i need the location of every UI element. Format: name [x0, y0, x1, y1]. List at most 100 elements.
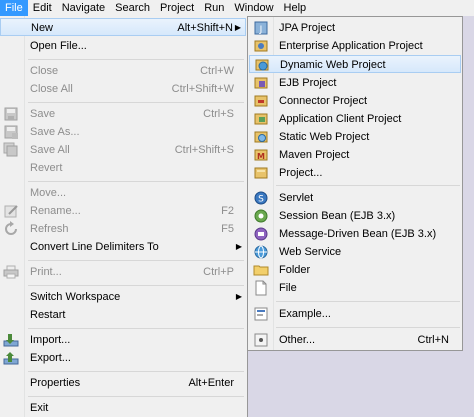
refresh-icon: [3, 221, 19, 237]
submenu-item-ejb-project[interactable]: EJB Project: [249, 74, 461, 92]
save-all-icon: [3, 142, 19, 158]
menu-item-label: New: [31, 22, 54, 34]
menu-separator: [276, 185, 460, 186]
menu-item-revert[interactable]: Revert: [0, 159, 246, 177]
connector-project-icon: [253, 93, 269, 109]
submenu-item-other[interactable]: Other... Ctrl+N: [249, 331, 461, 349]
menu-item-label: JPA Project: [279, 22, 336, 34]
menu-item-label: Close All: [30, 83, 73, 95]
menu-item-save-as[interactable]: Save As...: [0, 123, 246, 141]
menu-item-close-all[interactable]: Close All Ctrl+Shift+W: [0, 80, 246, 98]
menu-file[interactable]: File: [0, 0, 28, 16]
menu-navigate[interactable]: Navigate: [57, 0, 110, 16]
menu-item-label: Revert: [30, 162, 63, 174]
menu-item-label: Exit: [30, 402, 49, 414]
menu-item-properties[interactable]: Properties Alt+Enter: [0, 374, 246, 392]
menu-item-label: Save All: [30, 144, 70, 156]
menu-separator: [28, 59, 244, 60]
jpa-project-icon: J: [253, 20, 269, 36]
menu-item-export[interactable]: Export...: [0, 349, 246, 367]
app-client-project-icon: [253, 111, 269, 127]
menu-item-label: Import...: [30, 334, 71, 346]
menu-item-label: Dynamic Web Project: [280, 59, 386, 71]
menu-item-convert-line-delimiters[interactable]: Convert Line Delimiters To ▶: [0, 238, 246, 256]
menu-item-close[interactable]: Close Ctrl+W: [0, 62, 246, 80]
menu-item-label: Static Web Project: [279, 131, 370, 143]
menu-help[interactable]: Help: [279, 0, 312, 16]
svg-text:J: J: [259, 25, 263, 35]
menu-item-label: Other...: [279, 334, 316, 346]
menu-search[interactable]: Search: [110, 0, 155, 16]
menu-project[interactable]: Project: [155, 0, 199, 16]
svg-text:S: S: [258, 195, 264, 205]
menu-separator: [276, 301, 460, 302]
submenu-item-web-service[interactable]: Web Service: [249, 243, 461, 261]
menu-item-open-file[interactable]: Open File...: [0, 37, 246, 55]
submenu-item-static-web-project[interactable]: Static Web Project: [249, 128, 461, 146]
submenu-item-example[interactable]: Example...: [249, 305, 461, 323]
menu-item-rename[interactable]: Rename... F2: [0, 202, 246, 220]
menu-item-label: Convert Line Delimiters To: [30, 241, 159, 253]
menu-item-label: Servlet: [279, 192, 314, 204]
menu-item-restart[interactable]: Restart: [0, 306, 246, 324]
menu-separator: [28, 260, 244, 261]
new-submenu: J JPA Project Enterprise Application Pro…: [247, 16, 463, 351]
submenu-item-maven-project[interactable]: M Maven Project: [249, 146, 461, 164]
submenu-item-file[interactable]: File: [249, 279, 461, 297]
save-as-icon: [3, 124, 19, 140]
shortcut-label: Ctrl+P: [203, 266, 234, 278]
menu-item-label: Save As...: [30, 126, 80, 138]
menu-item-import[interactable]: Import...: [0, 331, 246, 349]
menu-separator: [28, 102, 244, 103]
menu-item-label: Refresh: [30, 223, 69, 235]
submenu-item-folder[interactable]: Folder: [249, 261, 461, 279]
menu-item-move[interactable]: Move...: [0, 184, 246, 202]
shortcut-label: Ctrl+N: [417, 334, 449, 346]
menu-item-label: Print...: [30, 266, 62, 278]
shortcut-label: Ctrl+Shift+W: [171, 83, 234, 95]
menu-item-print[interactable]: Print... Ctrl+P: [0, 263, 246, 281]
submenu-item-connector-project[interactable]: Connector Project: [249, 92, 461, 110]
session-bean-icon: [253, 208, 269, 224]
menu-separator: [28, 328, 244, 329]
menu-item-new[interactable]: New Alt+Shift+N ▶: [0, 18, 246, 36]
menu-item-label: Switch Workspace: [30, 291, 121, 303]
menu-separator: [28, 396, 244, 397]
rename-icon: [3, 203, 19, 219]
menu-run[interactable]: Run: [199, 0, 229, 16]
submenu-item-application-client-project[interactable]: Application Client Project: [249, 110, 461, 128]
menu-separator: [28, 181, 244, 182]
menu-window[interactable]: Window: [229, 0, 278, 16]
menu-item-exit[interactable]: Exit: [0, 399, 246, 417]
menu-item-label: Save: [30, 108, 56, 120]
submenu-item-dynamic-web-project[interactable]: Dynamic Web Project: [249, 55, 461, 73]
menu-edit[interactable]: Edit: [28, 0, 57, 16]
menu-item-label: Project...: [279, 167, 323, 179]
menu-separator: [276, 327, 460, 328]
menu-item-label: Connector Project: [279, 95, 368, 107]
submenu-item-message-driven-bean[interactable]: Message-Driven Bean (EJB 3.x): [249, 225, 461, 243]
message-driven-bean-icon: [253, 226, 269, 242]
submenu-item-servlet[interactable]: S Servlet: [249, 189, 461, 207]
submenu-item-enterprise-application-project[interactable]: Enterprise Application Project: [249, 37, 461, 55]
servlet-icon: S: [253, 190, 269, 206]
folder-icon: [253, 262, 269, 278]
import-icon: [3, 332, 19, 348]
menu-item-refresh[interactable]: Refresh F5: [0, 220, 246, 238]
menu-item-label: Web Service: [279, 246, 342, 258]
menu-item-label: Enterprise Application Project: [279, 40, 423, 52]
file-icon: [253, 280, 269, 296]
submenu-item-jpa-project[interactable]: J JPA Project: [249, 19, 461, 37]
menu-item-save-all[interactable]: Save All Ctrl+Shift+S: [0, 141, 246, 159]
shortcut-label: Ctrl+Shift+S: [174, 144, 234, 156]
submenu-item-session-bean[interactable]: Session Bean (EJB 3.x): [249, 207, 461, 225]
menu-item-save[interactable]: Save Ctrl+S: [0, 105, 246, 123]
other-wizard-icon: [253, 332, 269, 348]
maven-project-icon: M: [253, 147, 269, 163]
export-icon: [3, 350, 19, 366]
shortcut-label: F2: [221, 205, 234, 217]
shortcut-label: Ctrl+S: [203, 108, 234, 120]
menu-item-switch-workspace[interactable]: Switch Workspace ▶: [0, 288, 246, 306]
menu-item-label: Example...: [279, 308, 331, 320]
submenu-item-project[interactable]: Project...: [249, 164, 461, 182]
